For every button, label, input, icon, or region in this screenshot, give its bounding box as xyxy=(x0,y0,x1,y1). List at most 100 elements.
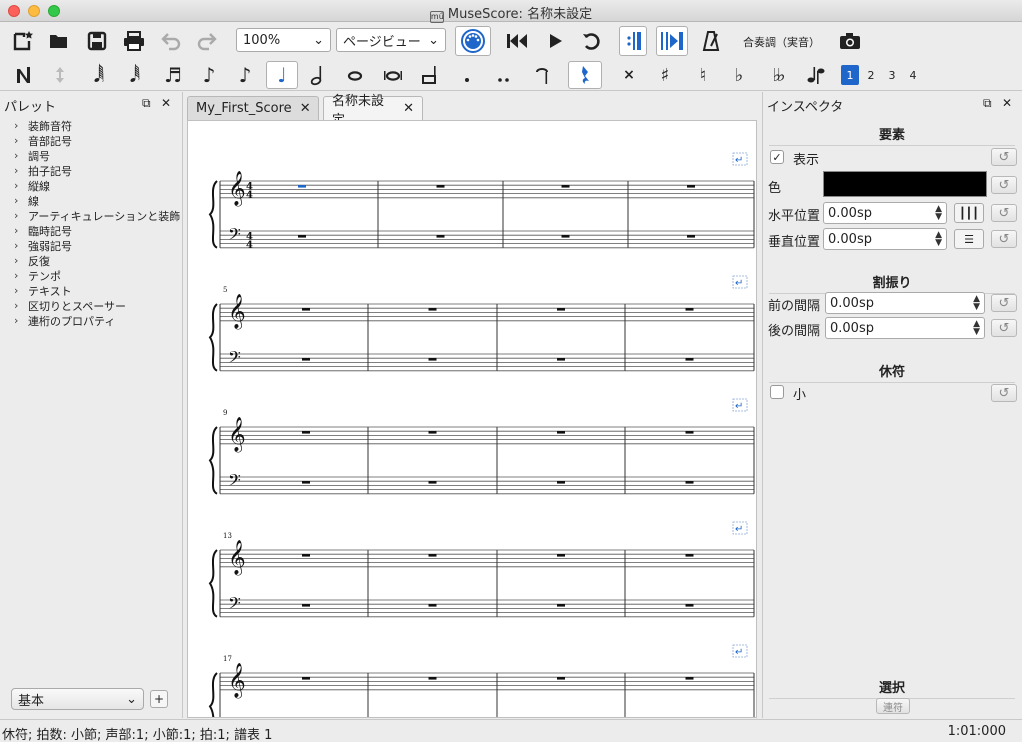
workspace-select[interactable]: 基本 ⌄ xyxy=(11,688,144,710)
vertical-align-button[interactable]: ☰ xyxy=(954,229,984,249)
close-icon[interactable]: ✕ xyxy=(300,101,311,116)
offset-y-spinbox[interactable]: 0.00sp ▲ ▼ xyxy=(823,228,947,250)
palette-item[interactable]: › テキスト xyxy=(14,283,180,298)
print-button[interactable] xyxy=(120,28,148,54)
undock-icon[interactable]: ⧉ xyxy=(142,96,151,111)
duration-whole-button[interactable] xyxy=(344,63,366,87)
play-icon xyxy=(550,34,562,48)
small-label: 小 xyxy=(793,388,807,403)
palette-item[interactable]: › アーティキュレーションと装飾 xyxy=(14,208,180,223)
play-button[interactable] xyxy=(542,28,568,54)
rest-section-header: 休符 xyxy=(769,361,1015,383)
stepper-arrows-icon[interactable]: ▲ ▼ xyxy=(973,320,980,337)
double-dot-button[interactable] xyxy=(492,63,516,87)
close-icon[interactable]: ✕ xyxy=(1002,96,1012,110)
reset-visible-button[interactable]: ↺ xyxy=(991,148,1017,166)
image-capture-button[interactable] xyxy=(836,28,864,54)
open-button[interactable] xyxy=(46,28,72,54)
duration-64th-button[interactable]: 𝅘𝅥𝅲 xyxy=(88,63,110,87)
save-button[interactable] xyxy=(84,28,110,54)
reset-color-button[interactable]: ↺ xyxy=(991,176,1017,194)
voice-3-button[interactable]: 3 xyxy=(883,65,901,85)
palette-item[interactable]: › 音部記号 xyxy=(14,133,180,148)
voice-1-button[interactable]: 1 xyxy=(841,65,859,85)
palette-item[interactable]: › 縦線 xyxy=(14,178,180,193)
stepper-arrows-icon[interactable]: ▲ ▼ xyxy=(973,295,980,312)
duration-longa-button[interactable] xyxy=(418,63,442,87)
leading-space-label: 前の間隔 xyxy=(768,299,821,314)
voice-4-button[interactable]: 4 xyxy=(904,65,922,85)
close-icon[interactable]: ✕ xyxy=(403,101,414,116)
palette-item[interactable]: › 区切りとスペーサー xyxy=(14,298,180,313)
line-break-icon: ↵ xyxy=(735,524,743,535)
horizontal-align-button[interactable]: ┃┃┃ xyxy=(954,203,984,223)
pan-score-button[interactable] xyxy=(656,26,688,56)
duration-32nd-button[interactable]: 𝅘𝅥𝅱 xyxy=(124,63,146,87)
duration-quarter-button[interactable]: ♩ xyxy=(266,61,298,89)
palette-item[interactable]: › 調号 xyxy=(14,148,180,163)
concert-pitch-button[interactable]: 合奏調（実音） xyxy=(743,34,820,50)
score-view[interactable]: 𝄞44𝄢44↵𝄞𝄢↵5𝄞𝄢↵9𝄞𝄢↵13𝄞𝄢↵17 xyxy=(188,121,757,718)
stepper-arrows-icon[interactable]: ▲ ▼ xyxy=(935,231,942,248)
reset-offset-y-button[interactable]: ↺ xyxy=(991,230,1017,248)
measure-rest xyxy=(557,554,565,557)
tie-button[interactable] xyxy=(530,63,554,87)
palette-item[interactable]: › 臨時記号 xyxy=(14,223,180,238)
note-input-mode-button[interactable] xyxy=(12,63,36,87)
double-flat-icon: ♭♭ xyxy=(772,64,786,86)
add-workspace-button[interactable]: + xyxy=(150,690,168,708)
line-break-icon: ↵ xyxy=(735,155,743,166)
palette-item[interactable]: › 線 xyxy=(14,193,180,208)
reset-trailing-space-button[interactable]: ↺ xyxy=(991,319,1017,337)
palette-item[interactable]: › 強弱記号 xyxy=(14,238,180,253)
palette-item[interactable]: › 装飾音符 xyxy=(14,118,180,133)
view-mode-select[interactable]: ページビュー ⌄ xyxy=(336,28,446,52)
tab-untitled[interactable]: 名称未設定 ✕ xyxy=(323,94,423,128)
score-canvas[interactable]: 𝄞44𝄢44↵𝄞𝄢↵5𝄞𝄢↵9𝄞𝄢↵13𝄞𝄢↵17 xyxy=(187,120,757,718)
metronome-button[interactable] xyxy=(698,28,724,54)
close-icon[interactable]: ✕ xyxy=(161,96,171,110)
loop-button[interactable] xyxy=(578,28,604,54)
flip-direction-button[interactable] xyxy=(802,63,830,87)
undo-button[interactable] xyxy=(158,28,184,54)
trailing-space-spinbox[interactable]: 0.00sp ▲ ▼ xyxy=(825,317,985,339)
leading-space-spinbox[interactable]: 0.00sp ▲ ▼ xyxy=(825,292,985,314)
double-sharp-button[interactable]: × xyxy=(618,63,640,87)
sharp-button[interactable]: ♯ xyxy=(654,63,676,87)
color-swatch[interactable] xyxy=(823,171,987,197)
palette-item[interactable]: › 反復 xyxy=(14,253,180,268)
duration-eighth-alt-button[interactable]: ♪ xyxy=(234,63,256,87)
visible-checkbox[interactable]: ✓ xyxy=(770,150,784,164)
flat-button[interactable]: ♭ xyxy=(728,63,750,87)
palette-item[interactable]: › 拍子記号 xyxy=(14,163,180,178)
double-flat-button[interactable]: ♭♭ xyxy=(764,63,790,87)
select-tuplet-button[interactable]: 連符 xyxy=(876,698,910,714)
undock-icon[interactable]: ⧉ xyxy=(983,96,992,111)
play-repeats-button[interactable] xyxy=(619,26,647,56)
rewind-button[interactable] xyxy=(504,28,530,54)
new-score-button[interactable] xyxy=(10,28,36,54)
duration-16th-button[interactable]: ♬ xyxy=(162,63,184,87)
midi-input-button[interactable] xyxy=(455,26,491,56)
palette-item[interactable]: › テンポ xyxy=(14,268,180,283)
reset-leading-space-button[interactable]: ↺ xyxy=(991,294,1017,312)
duration-half-button[interactable] xyxy=(306,63,328,87)
palette-item[interactable]: › 連桁のプロパティ xyxy=(14,313,180,328)
voice-2-button[interactable]: 2 xyxy=(862,65,880,85)
augmentation-dot-button[interactable] xyxy=(456,63,478,87)
eighth-note-icon: ♪ xyxy=(238,63,252,87)
redo-button[interactable] xyxy=(194,28,220,54)
reset-small-button[interactable]: ↺ xyxy=(991,384,1017,402)
palette-item-label: アーティキュレーションと装飾 xyxy=(28,209,181,223)
duration-breve-button[interactable] xyxy=(380,63,406,87)
zoom-select[interactable]: 100% ⌄ xyxy=(236,28,331,52)
duration-eighth-button[interactable]: ♪ xyxy=(198,63,220,87)
small-checkbox[interactable] xyxy=(770,385,784,399)
note-input-method-button[interactable] xyxy=(50,63,70,87)
stepper-arrows-icon[interactable]: ▲ ▼ xyxy=(935,205,942,222)
natural-button[interactable]: ♮ xyxy=(692,63,714,87)
reset-offset-x-button[interactable]: ↺ xyxy=(991,204,1017,222)
offset-x-spinbox[interactable]: 0.00sp ▲ ▼ xyxy=(823,202,947,224)
tab-my-first-score[interactable]: My_First_Score ✕ xyxy=(187,96,319,120)
rest-button[interactable] xyxy=(568,61,602,89)
